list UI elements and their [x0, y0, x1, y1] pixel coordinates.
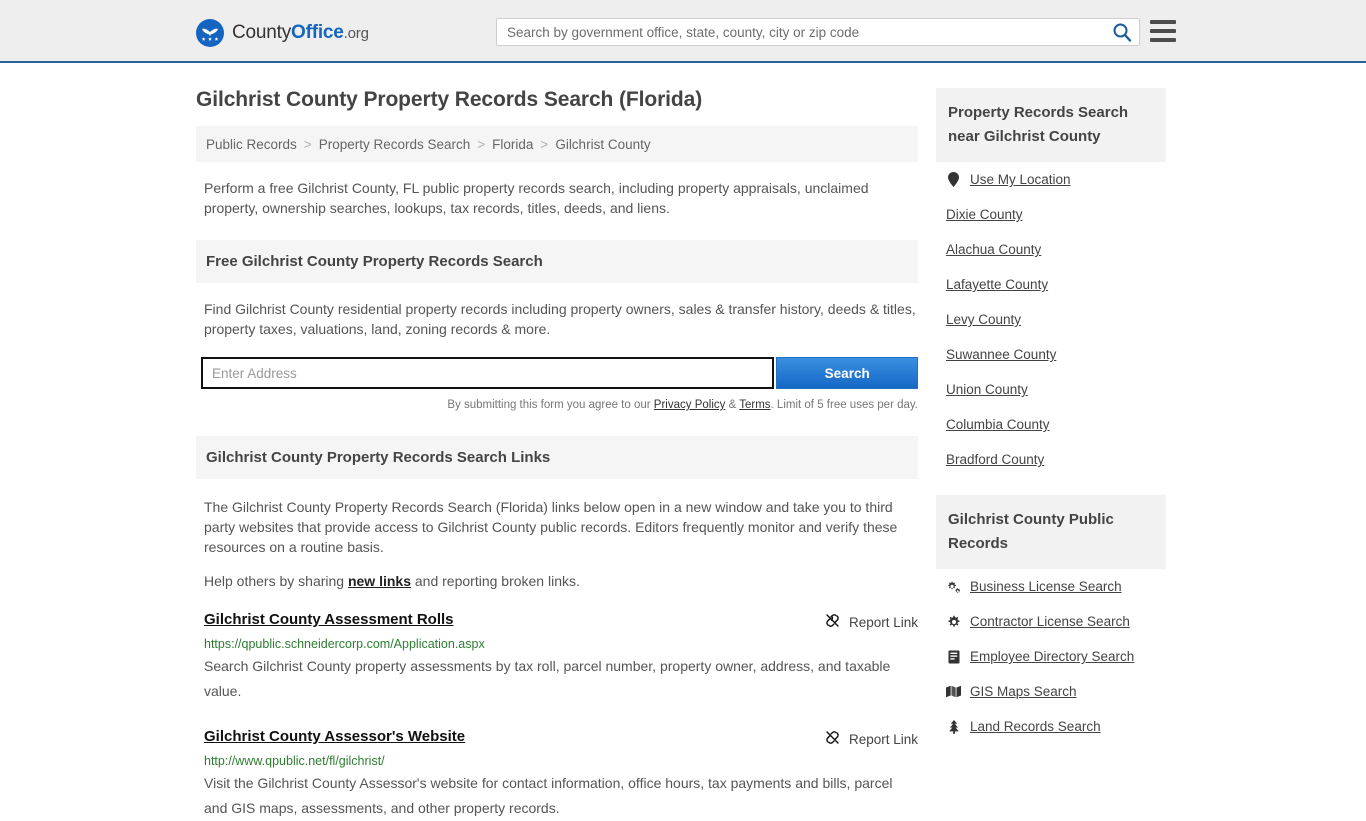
sidebar-item-label[interactable]: Columbia County [946, 417, 1050, 432]
brand-wordmark: CountyOffice.org [232, 22, 369, 44]
sidebar-item-gis-maps-search[interactable]: GIS Maps Search [936, 674, 1166, 709]
record-link-header: Gilchrist County Assessment Rolls Report… [204, 611, 918, 632]
disclaimer-amp: & [725, 399, 740, 411]
sidebar-item-levy-county[interactable]: Levy County [936, 302, 1166, 337]
breadcrumb-item-property-records-search[interactable]: Property Records Search [319, 137, 471, 152]
record-link-item: Gilchrist County Assessment Rolls Report… [204, 611, 918, 704]
intro-paragraph: Perform a free Gilchrist County, FL publ… [204, 180, 869, 216]
sidebar-item-label[interactable]: GIS Maps Search [970, 684, 1077, 699]
breadcrumb-separator: > [540, 136, 549, 152]
breadcrumb-item-florida[interactable]: Florida [492, 137, 533, 152]
hamburger-bar [1150, 20, 1176, 24]
page-title: Gilchrist County Property Records Search… [196, 88, 703, 111]
sidebar-item-label[interactable]: Contractor License Search [970, 614, 1130, 629]
sidebar-item-columbia-county[interactable]: Columbia County [936, 407, 1166, 442]
cogs-icon [946, 580, 961, 594]
help-prefix: Help others by sharing [204, 573, 348, 589]
sidebar-item-bradford-county[interactable]: Bradford County [936, 442, 1166, 477]
record-link-description: Visit the Gilchrist County Assessor's we… [204, 775, 893, 816]
brand-part-office: Office [291, 22, 344, 43]
sidebar-item-label[interactable]: Use My Location [970, 172, 1071, 187]
form-disclaimer: By submitting this form you agree to our… [196, 399, 918, 411]
free-search-heading: Free Gilchrist County Property Records S… [196, 240, 918, 283]
record-link-item: Gilchrist County Assessor's Website Repo… [204, 728, 918, 821]
sidebar-item-label[interactable]: Lafayette County [946, 277, 1048, 292]
sidebar-item-contractor-license-search[interactable]: Contractor License Search [936, 604, 1166, 639]
sidebar-item-label[interactable]: Employee Directory Search [970, 649, 1134, 664]
record-link-url: http://www.qpublic.net/fl/gilchrist/ [204, 754, 385, 768]
breadcrumb: Public Records > Property Records Search… [196, 126, 918, 162]
brand-part-org: .org [343, 25, 369, 42]
sidebar-item-use-my-location[interactable]: Use My Location [936, 162, 1166, 197]
sidebar-item-label[interactable]: Bradford County [946, 452, 1044, 467]
breadcrumb-separator: > [303, 136, 312, 152]
sidebar-item-union-county[interactable]: Union County [936, 372, 1166, 407]
sidebar-item-suwannee-county[interactable]: Suwannee County [936, 337, 1166, 372]
tree-icon [946, 719, 961, 734]
sidebar-nearby-heading: Property Records Search near Gilchrist C… [936, 88, 1166, 162]
help-others-paragraph: Help others by sharing new links and rep… [204, 571, 918, 591]
report-link-button[interactable]: Report Link [824, 612, 918, 632]
brand-part-county: County [232, 22, 292, 43]
help-suffix: and reporting broken links. [411, 573, 580, 589]
hamburger-menu-icon[interactable] [1150, 20, 1176, 42]
new-links-link[interactable]: new links [348, 573, 411, 589]
report-link-label: Report Link [848, 614, 918, 630]
hamburger-bar [1150, 29, 1176, 33]
global-search-box[interactable] [496, 18, 1140, 46]
breadcrumb-item-public-records[interactable]: Public Records [206, 137, 297, 152]
sidebar-item-label[interactable]: Union County [946, 382, 1028, 397]
hamburger-bar [1150, 38, 1176, 42]
free-search-description: Find Gilchrist County residential proper… [204, 301, 916, 337]
address-search-button[interactable]: Search [776, 357, 918, 389]
site-header: CountyOffice.org [0, 0, 1366, 63]
page-container: Gilchrist County Property Records Search… [0, 63, 1366, 821]
cog-icon [946, 615, 961, 629]
broken-link-icon [824, 729, 841, 749]
sidebar-item-label[interactable]: Dixie County [946, 207, 1023, 222]
broken-link-icon [824, 612, 841, 632]
sidebar-item-label[interactable]: Business License Search [970, 579, 1122, 594]
sidebar-item-land-records-search[interactable]: Land Records Search [936, 709, 1166, 744]
disclaimer-suffix: . Limit of 5 free uses per day. [770, 399, 918, 411]
sidebar-item-label[interactable]: Alachua County [946, 242, 1041, 257]
map-icon [946, 685, 961, 698]
breadcrumb-item-gilchrist-county: Gilchrist County [555, 136, 651, 152]
sidebar-item-alachua-county[interactable]: Alachua County [936, 232, 1166, 267]
sidebar-item-employee-directory-search[interactable]: Employee Directory Search [936, 639, 1166, 674]
terms-link[interactable]: Terms [739, 399, 770, 411]
links-section-heading: Gilchrist County Property Records Search… [196, 436, 918, 479]
record-link-description: Search Gilchrist County property assessm… [204, 658, 891, 699]
report-link-button[interactable]: Report Link [824, 729, 918, 749]
address-search-form[interactable]: Search [201, 357, 918, 389]
report-link-label: Report Link [848, 731, 918, 747]
main-content: Gilchrist County Property Records Search… [196, 63, 918, 821]
book-icon [946, 650, 961, 664]
site-logo-link[interactable]: CountyOffice.org [196, 19, 369, 47]
sidebar-nearby-list: Use My Location Dixie County Alachua Cou… [936, 162, 1166, 477]
address-search-input[interactable] [201, 357, 775, 389]
sidebar-item-label[interactable]: Suwannee County [946, 347, 1056, 362]
global-search-input[interactable] [497, 24, 1105, 40]
record-link-url: https://qpublic.schneidercorp.com/Applic… [204, 637, 485, 651]
sidebar-public-records-list: Business License Search Contractor Licen… [936, 569, 1166, 744]
map-pin-icon [946, 172, 961, 187]
record-link-title[interactable]: Gilchrist County Assessor's Website [204, 728, 465, 745]
disclaimer-prefix: By submitting this form you agree to our [447, 399, 654, 411]
search-icon[interactable] [1105, 19, 1139, 45]
sidebar-item-label[interactable]: Levy County [946, 312, 1021, 327]
sidebar-item-business-license-search[interactable]: Business License Search [936, 569, 1166, 604]
record-link-title[interactable]: Gilchrist County Assessment Rolls [204, 611, 454, 628]
links-section-paragraph: The Gilchrist County Property Records Se… [204, 499, 898, 555]
sidebar-item-lafayette-county[interactable]: Lafayette County [936, 267, 1166, 302]
eagle-stars-logo-icon [196, 19, 224, 47]
breadcrumb-separator: > [477, 136, 486, 152]
record-link-header: Gilchrist County Assessor's Website Repo… [204, 728, 918, 749]
privacy-policy-link[interactable]: Privacy Policy [654, 399, 726, 411]
sidebar: Property Records Search near Gilchrist C… [936, 63, 1166, 821]
sidebar-item-label[interactable]: Land Records Search [970, 719, 1101, 734]
sidebar-item-dixie-county[interactable]: Dixie County [936, 197, 1166, 232]
sidebar-public-records-heading: Gilchrist County Public Records [936, 495, 1166, 569]
